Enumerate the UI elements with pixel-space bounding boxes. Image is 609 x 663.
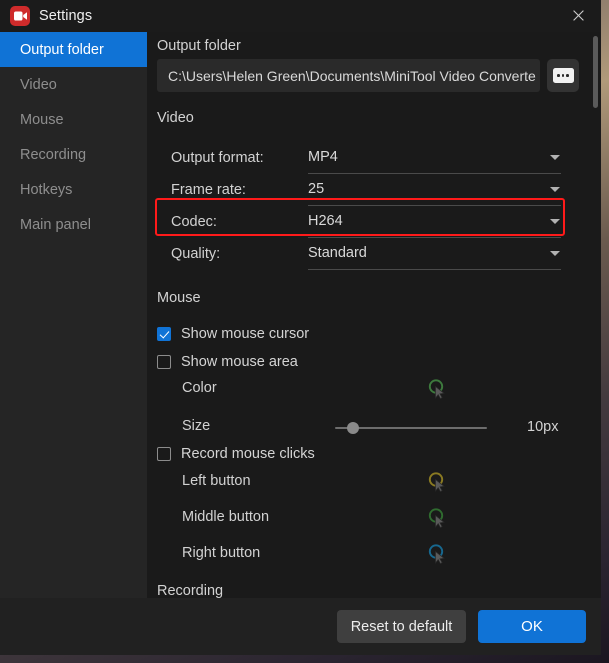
show-mouse-area-label: Show mouse area [181, 354, 298, 370]
field-underline [308, 269, 561, 270]
sidebar-item-label: Main panel [20, 216, 91, 233]
quality-value: Standard [308, 245, 367, 261]
show-mouse-area-checkbox-row[interactable]: Show mouse area [157, 352, 298, 372]
title-bar: Settings [0, 0, 601, 32]
ok-button[interactable]: OK [478, 610, 586, 643]
output-folder-path-input[interactable]: C:\Users\Helen Green\Documents\MiniTool … [157, 59, 540, 92]
ellipsis-icon [552, 68, 574, 83]
middle-button-label: Middle button [182, 509, 270, 525]
output-format-value: MP4 [308, 149, 338, 165]
sidebar-item-main-panel[interactable]: Main panel [0, 207, 147, 242]
sidebar-item-video[interactable]: Video [0, 67, 147, 102]
chevron-down-icon [550, 251, 560, 256]
video-camera-icon [10, 6, 30, 26]
browse-folder-button[interactable] [547, 59, 579, 92]
chevron-down-icon [550, 219, 560, 224]
output-format-row: Output format: MP4 [157, 142, 569, 176]
output-folder-heading: Output folder [157, 38, 241, 54]
sidebar-item-mouse[interactable]: Mouse [0, 102, 147, 137]
checkbox-checked-icon [157, 327, 171, 341]
settings-window: Settings Output folder Video Mouse Recor… [0, 0, 601, 655]
mouse-area-size-row: Size 10px [157, 415, 593, 439]
left-button-color-row: Left button [157, 470, 593, 494]
show-mouse-cursor-checkbox-row[interactable]: Show mouse cursor [157, 324, 309, 344]
middle-button-color-row: Middle button [157, 506, 593, 530]
sidebar-item-label: Mouse [20, 111, 64, 128]
right-button-color-row: Right button [157, 542, 593, 566]
cursor-color-icon[interactable] [425, 470, 449, 494]
sidebar-item-hotkeys[interactable]: Hotkeys [0, 172, 147, 207]
right-button-label: Right button [182, 545, 261, 561]
output-format-label: Output format: [171, 150, 264, 166]
mouse-area-color-label: Color [182, 380, 217, 396]
codec-row: Codec: H264 [157, 206, 569, 240]
recording-heading: Recording [157, 583, 224, 598]
sidebar-item-label: Recording [20, 146, 87, 163]
mouse-area-size-label: Size [182, 418, 211, 434]
codec-dropdown[interactable]: H264 [308, 206, 561, 238]
show-mouse-cursor-label: Show mouse cursor [181, 326, 310, 342]
sidebar-item-label: Output folder [20, 41, 104, 58]
sidebar-item-recording[interactable]: Recording [0, 137, 147, 172]
cursor-color-icon[interactable] [425, 542, 449, 566]
content-scrollbar[interactable] [593, 36, 598, 594]
codec-label: Codec: [171, 214, 217, 230]
checkbox-unchecked-icon [157, 355, 171, 369]
sidebar-item-output-folder[interactable]: Output folder [0, 32, 147, 67]
checkbox-unchecked-icon [157, 447, 171, 461]
mouse-heading: Mouse [157, 290, 201, 306]
video-heading: Video [157, 110, 194, 126]
record-mouse-clicks-checkbox-row[interactable]: Record mouse clicks [157, 444, 315, 464]
quality-label: Quality: [171, 246, 221, 262]
codec-value: H264 [308, 213, 343, 229]
close-icon[interactable] [556, 0, 601, 31]
window-title: Settings [39, 8, 93, 24]
frame-rate-dropdown[interactable]: 25 [308, 174, 561, 206]
settings-content: Output folder C:\Users\Helen Green\Docum… [147, 32, 601, 598]
mouse-size-value: 10px [527, 419, 559, 435]
chevron-down-icon [550, 187, 560, 192]
frame-rate-row: Frame rate: 25 [157, 174, 569, 208]
quality-dropdown[interactable]: Standard [308, 238, 561, 270]
cursor-color-icon[interactable] [425, 506, 449, 530]
dialog-footer: Reset to default OK [0, 598, 601, 655]
mouse-area-color-row: Color [157, 377, 593, 401]
chevron-down-icon [550, 155, 560, 160]
sidebar-item-label: Video [20, 76, 57, 93]
scrollbar-thumb[interactable] [593, 36, 598, 108]
reset-to-default-button[interactable]: Reset to default [337, 610, 466, 643]
left-button-label: Left button [182, 473, 251, 489]
output-format-dropdown[interactable]: MP4 [308, 142, 561, 174]
frame-rate-value: 25 [308, 181, 325, 197]
record-mouse-clicks-label: Record mouse clicks [181, 446, 315, 462]
sidebar-item-label: Hotkeys [20, 181, 73, 198]
cursor-color-icon[interactable] [425, 377, 449, 401]
frame-rate-label: Frame rate: [171, 182, 246, 198]
mouse-size-slider-handle[interactable] [347, 422, 359, 434]
quality-row: Quality: Standard [157, 238, 569, 272]
settings-sidebar: Output folder Video Mouse Recording Hotk… [0, 32, 147, 655]
